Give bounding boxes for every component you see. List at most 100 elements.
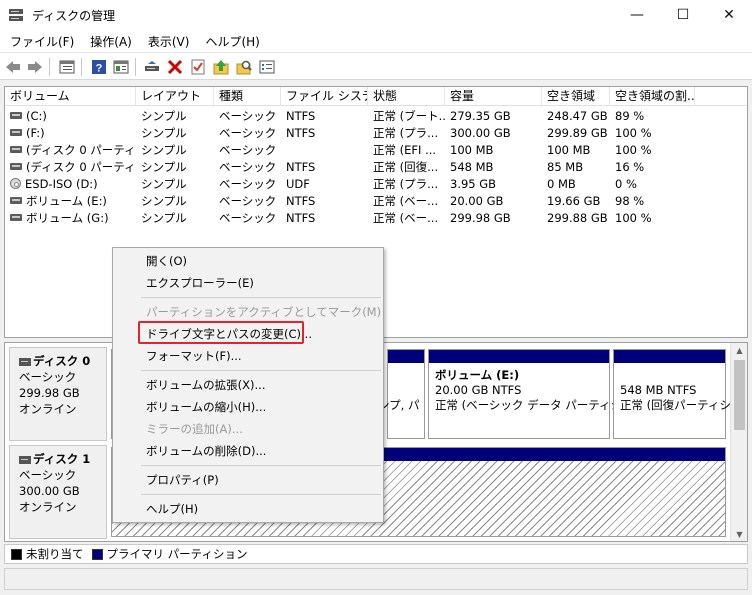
table-row[interactable]: ESD-ISO (D:) シンプル ベーシック UDF 正常 (プラ... 3.95 GB… [5,176,747,193]
disk-1-label[interactable]: ディスク 1 ベーシック 300.00 GB オンライン [9,445,107,539]
disk-0-partition-c[interactable]: ンプ, パ [378,349,425,439]
scroll-down-icon[interactable]: ▼ [731,527,747,541]
partition-recovery-info: 548 MB NTFS 正常 (回復パーティシ [620,383,731,413]
disk-0-name: ディスク 0 [33,354,91,368]
cell-volume: (F:) [5,125,136,142]
properties-icon[interactable] [112,58,130,76]
cell-layout: シンプル [136,176,214,193]
close-icon: ✕ [723,7,735,23]
menu-separator [141,370,381,371]
cell-free-space: 248.47 GB [542,108,610,125]
disk-0-label[interactable]: ディスク 0 ベーシック 299.98 GB オンライン [9,347,107,441]
cell-type: ベーシック [214,159,281,176]
table-row[interactable]: (C:) シンプル ベーシック NTFS 正常 (ブート... 279.35 GB 248.… [5,108,747,125]
menu-item-extend-volume[interactable]: ボリュームの拡張(X)... [146,375,265,395]
partition-recovery-size: 548 MB NTFS [620,383,697,397]
disk-0-partition-e[interactable]: ボリューム (E:) 20.00 GB NTFS 正常 (ベーシック データ パ… [428,349,645,439]
toolbar: ? [0,52,752,80]
cell-layout: シンプル [136,159,214,176]
cell-text: ベーシック [219,194,277,208]
drive-icon [10,129,22,136]
close-button[interactable]: ✕ [706,0,752,30]
cell-filesystem: NTFS [281,193,368,210]
cell-type: ベーシック [214,193,281,210]
table-row[interactable]: (ディスク 0 パーティシ... シンプル ベーシック 正常 (EFI ... 100 … [5,142,747,159]
menu-view[interactable]: 表示(V) [140,33,198,50]
cell-text: 0 MB [547,177,576,191]
up-arrow-icon[interactable] [212,58,230,76]
disk-1-type: ベーシック [19,468,77,482]
menu-item-format[interactable]: フォーマット(F)... [146,346,242,366]
disk-0-partition-recovery[interactable]: 548 MB NTFS 正常 (回復パーティシ [613,349,731,439]
cell-free-space: 100 MB [542,142,610,159]
scroll-thumb[interactable] [734,360,745,430]
cell-capacity: 20.00 GB [445,193,542,210]
volume-list-header: ボリューム レイアウト 種類 ファイル システム 状態 容量 空き領域 空き領域… [5,87,747,106]
column-header-layout[interactable]: レイアウト [136,87,214,106]
cell-volume: ボリューム (G:) [5,210,136,227]
menu-item-shrink-volume[interactable]: ボリュームの縮小(H)... [146,397,266,417]
help-icon[interactable]: ? [90,58,108,76]
cell-text: 89 % [615,109,645,123]
cell-filesystem: NTFS [281,108,368,125]
menu-item-explorer[interactable]: エクスプローラー(E) [146,273,254,293]
menu-item-delete-volume[interactable]: ボリュームの削除(D)... [146,441,266,461]
cell-text: シンプル [141,109,187,123]
delete-icon[interactable] [166,58,184,76]
console-tree-icon[interactable] [58,58,76,76]
scroll-up-icon[interactable]: ▲ [731,343,747,359]
menu-file[interactable]: ファイル(F) [2,33,82,50]
table-row[interactable]: (ディスク 0 パーティシ... シンプル ベーシック NTFS 正常 (回復... 54… [5,159,747,176]
maximize-button[interactable]: ☐ [660,0,706,30]
column-header-type[interactable]: 種類 [214,87,281,106]
table-row[interactable]: (F:) シンプル ベーシック NTFS 正常 (プラ... 300.00 GB 299.8… [5,125,747,142]
minimize-button[interactable]: — [614,0,660,30]
cell-text: 85 MB [547,160,584,174]
column-header-capacity[interactable]: 容量 [445,87,542,106]
column-header-filesystem[interactable]: ファイル システム [281,87,368,106]
menu-help[interactable]: ヘルプ(H) [197,33,267,50]
disk-1-title: ディスク 1 [19,451,106,467]
cell-text: シンプル [141,194,187,208]
cell-capacity: 300.00 GB [445,125,542,142]
cell-capacity: 3.95 GB [445,176,542,193]
cell-text: (F:) [26,126,45,140]
table-row[interactable]: ボリューム (E:) シンプル ベーシック NTFS 正常 (ベー... 20.00 GB… [5,193,747,210]
cell-text: 548 MB [450,160,494,174]
list-view-icon[interactable] [258,58,276,76]
menu-item-help[interactable]: ヘルプ(H) [146,499,198,519]
connect-drive-icon[interactable] [143,58,161,76]
cell-text: UDF [286,177,310,191]
cell-text: ベーシック [219,126,277,140]
menu-action[interactable]: 操作(A) [82,33,140,50]
menu-item-properties[interactable]: プロパティ(P) [146,470,219,490]
column-header-status[interactable]: 状態 [368,87,445,106]
cell-capacity: 279.35 GB [445,108,542,125]
menu-item-mark-active: パーティションをアクティブとしてマーク(M) [146,305,382,319]
menu-item-open[interactable]: 開く(O) [146,251,187,271]
cell-filesystem: UDF [281,176,368,193]
cell-text: (ディスク 0 パーティシ... [26,160,136,174]
back-icon[interactable] [4,58,22,76]
cell-text: 正常 (プラ... [373,126,439,140]
menu-item-add-mirror: ミラーの追加(A)... [146,422,243,436]
search-folder-icon[interactable] [235,58,253,76]
toolbar-separator [135,58,136,76]
disk-management-app-icon [9,9,23,21]
column-header-free-space[interactable]: 空き領域 [542,87,610,106]
unallocated-swatch [11,548,22,560]
cell-capacity: 548 MB [445,159,542,176]
cell-text: 98 % [615,194,645,208]
checklist-icon[interactable] [189,58,207,76]
cell-free-percent: 0 % [610,176,695,193]
cell-capacity: 299.98 GB [445,210,542,227]
column-header-volume[interactable]: ボリューム [5,87,136,106]
disk-pane-scrollbar[interactable]: ▲ ▼ [730,343,747,541]
forward-icon[interactable] [26,58,44,76]
cell-filesystem: NTFS [281,210,368,227]
cell-status: 正常 (ベー... [368,210,445,227]
table-row[interactable]: ボリューム (G:) シンプル ベーシック NTFS 正常 (ベー... 299.98 G… [5,210,747,227]
cell-status: 正常 (ブート... [368,108,445,125]
cell-text: シンプル [141,143,187,157]
column-header-free-percent[interactable]: 空き領域の割... [610,87,695,106]
